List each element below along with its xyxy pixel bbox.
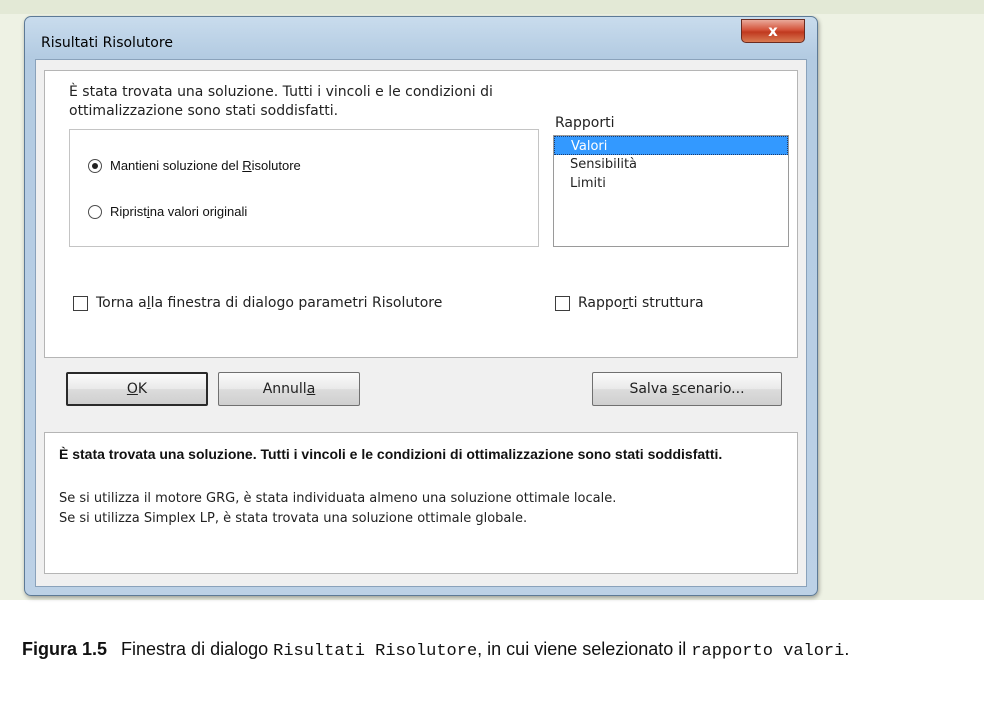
figure-label: Figura 1.5 bbox=[22, 639, 108, 659]
dialog-client-area: È stata trovata una soluzione. Tutti i v… bbox=[35, 59, 807, 587]
outline-reports-checkbox[interactable] bbox=[555, 295, 570, 311]
keep-solution-option[interactable]: Mantieni soluzione del Risolutore bbox=[88, 158, 301, 173]
info-grg-line: Se si utilizza il motore GRG, è stata in… bbox=[59, 491, 617, 506]
report-item-valori[interactable]: Valori bbox=[554, 136, 788, 155]
dialog-title: Risultati Risolutore bbox=[41, 35, 173, 51]
report-item-sensibilita[interactable]: Sensibilità bbox=[554, 155, 788, 174]
result-message: È stata trovata una soluzione. Tutti i v… bbox=[69, 84, 493, 119]
reports-label: Rapporti bbox=[555, 115, 615, 131]
report-item-limiti[interactable]: Limiti bbox=[554, 174, 788, 193]
outline-reports-label: Rapporti struttura bbox=[578, 295, 704, 311]
ok-button[interactable]: OK bbox=[66, 372, 208, 406]
solution-radio-group: Mantieni soluzione del Risolutore Ripris… bbox=[69, 129, 539, 247]
restore-values-option[interactable]: Ripristina valori originali bbox=[88, 204, 247, 219]
close-icon: x bbox=[768, 22, 778, 40]
keep-solution-radio[interactable] bbox=[88, 158, 102, 173]
return-to-parameters-checkbox[interactable] bbox=[73, 295, 88, 311]
outline-reports-option[interactable]: Rapporti struttura bbox=[555, 295, 704, 311]
solver-results-dialog: Risultati Risolutore x È stata trovata u… bbox=[24, 16, 818, 596]
return-to-parameters-option[interactable]: Torna alla finestra di dialogo parametri… bbox=[73, 295, 442, 311]
result-options-panel: È stata trovata una soluzione. Tutti i v… bbox=[44, 70, 798, 358]
page-top-strip bbox=[0, 0, 984, 14]
restore-values-label: Ripristina valori originali bbox=[110, 204, 248, 219]
return-to-parameters-label: Torna alla finestra di dialogo parametri… bbox=[96, 295, 443, 311]
info-panel: È stata trovata una soluzione. Tutti i v… bbox=[44, 432, 798, 574]
keep-solution-label: Mantieni soluzione del Risolutore bbox=[110, 158, 301, 173]
info-headline: È stata trovata una soluzione. Tutti i v… bbox=[59, 446, 723, 462]
cancel-button[interactable]: Annulla bbox=[218, 372, 360, 406]
reports-listbox[interactable]: Valori Sensibilità Limiti bbox=[553, 135, 789, 247]
save-scenario-button[interactable]: Salva scenario... bbox=[592, 372, 782, 406]
figure-caption: Figura 1.5 Finestra di dialogo Risultati … bbox=[22, 639, 850, 661]
info-simplex-line: Se si utilizza Simplex LP, è stata trova… bbox=[59, 511, 528, 526]
restore-values-radio[interactable] bbox=[88, 204, 102, 219]
close-button[interactable]: x bbox=[741, 19, 805, 43]
